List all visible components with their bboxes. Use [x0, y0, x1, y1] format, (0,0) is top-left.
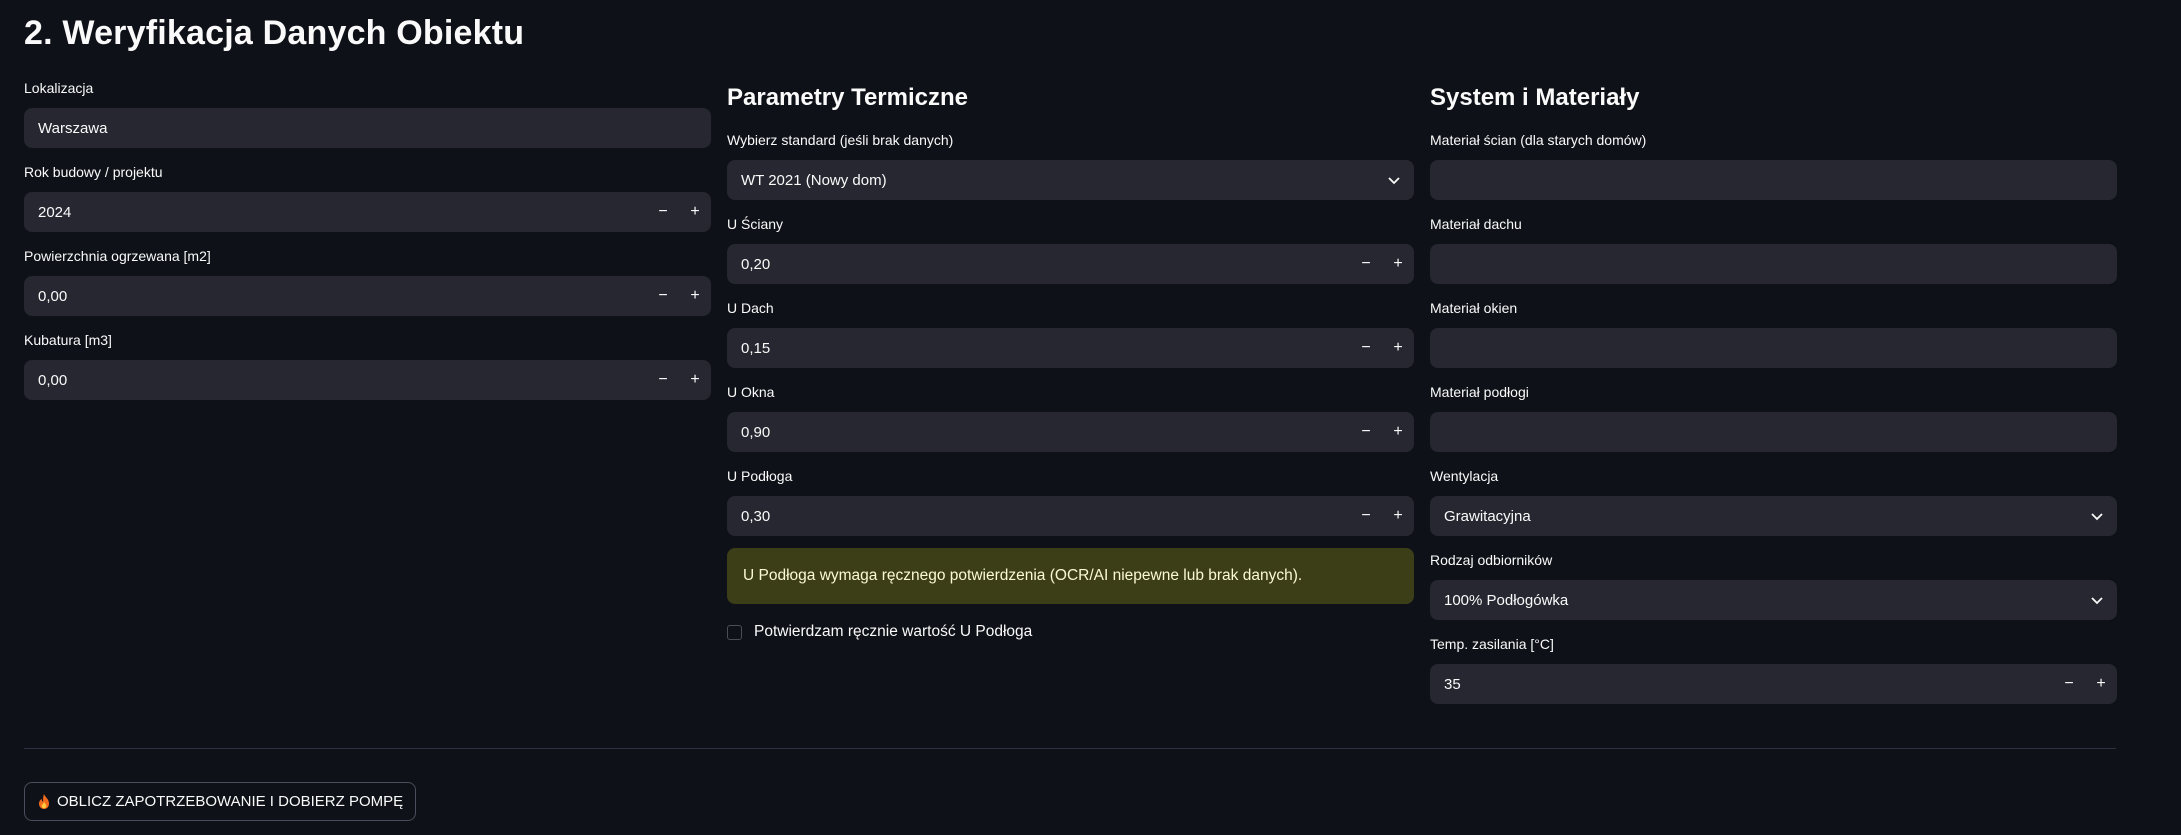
roof-material-field: Materiał dachu [1430, 214, 2117, 284]
u-windows-label: U Okna [727, 384, 775, 400]
wall-material-field: Materiał ścian (dla starych domów) [1430, 130, 2117, 200]
warning-alert: U Podłoga wymaga ręcznego potwierdzenia … [727, 548, 1414, 604]
page-title: 2. Weryfikacja Danych Obiektu [24, 14, 525, 52]
u-roof-input[interactable]: 0,15 − + [727, 328, 1414, 368]
fire-icon [37, 793, 51, 810]
decrement-button[interactable]: − [647, 360, 679, 400]
decrement-button[interactable]: − [1350, 412, 1382, 452]
u-roof-label: U Dach [727, 300, 774, 316]
supply-temp-stepper: − + [2053, 664, 2117, 704]
build-year-stepper: − + [647, 192, 711, 232]
decrement-button[interactable]: − [1350, 244, 1382, 284]
heated-area-stepper: − + [647, 276, 711, 316]
u-floor-stepper: − + [1350, 496, 1414, 536]
chevron-down-icon[interactable] [2077, 580, 2117, 620]
increment-button[interactable]: + [679, 192, 711, 232]
volume-input[interactable]: 0,00 − + [24, 360, 711, 400]
u-windows-field: U Okna 0,90 − + [727, 382, 1414, 452]
build-year-value[interactable]: 2024 [24, 204, 647, 221]
u-windows-input[interactable]: 0,90 − + [727, 412, 1414, 452]
u-roof-field: U Dach 0,15 − + [727, 298, 1414, 368]
decrement-button[interactable]: − [647, 192, 679, 232]
roof-material-label: Materiał dachu [1430, 216, 1522, 232]
volume-value[interactable]: 0,00 [24, 372, 647, 389]
confirm-u-floor-checkbox[interactable] [727, 624, 742, 640]
decrement-button[interactable]: − [1350, 496, 1382, 536]
increment-button[interactable]: + [1382, 496, 1414, 536]
volume-stepper: − + [647, 360, 711, 400]
receivers-select[interactable]: 100% Podłogówka [1430, 580, 2117, 620]
decrement-button[interactable]: − [2053, 664, 2085, 704]
calculate-button[interactable]: OBLICZ ZAPOTRZEBOWANIE I DOBIERZ POMPĘ [24, 782, 417, 821]
heated-area-value[interactable]: 0,00 [24, 288, 647, 305]
floor-material-field: Materiał podłogi [1430, 382, 2117, 452]
standard-select[interactable]: WT 2021 (Nowy dom) [727, 160, 1414, 200]
system-heading: System i Materiały [1430, 84, 1640, 111]
u-floor-label: U Podłoga [727, 468, 793, 484]
window-material-input[interactable] [1430, 328, 2117, 368]
standard-value[interactable]: WT 2021 (Nowy dom) [727, 172, 1374, 189]
u-wall-value[interactable]: 0,20 [727, 256, 1350, 273]
confirm-u-floor-label: Potwierdzam ręcznie wartość U Podłoga [754, 623, 1033, 640]
build-year-field: Rok budowy / projektu 2024 − + [24, 162, 711, 232]
floor-material-input[interactable] [1430, 412, 2117, 452]
build-year-input[interactable]: 2024 − + [24, 192, 711, 232]
increment-button[interactable]: + [1382, 412, 1414, 452]
increment-button[interactable]: + [1382, 244, 1414, 284]
u-windows-value[interactable]: 0,90 [727, 424, 1350, 441]
u-wall-field: U Ściany 0,20 − + [727, 214, 1414, 284]
location-label: Lokalizacja [24, 80, 94, 96]
volume-label: Kubatura [m3] [24, 332, 112, 348]
wall-material-label: Materiał ścian (dla starych domów) [1430, 132, 1647, 148]
chevron-down-icon[interactable] [2077, 496, 2117, 536]
u-floor-input[interactable]: 0,30 − + [727, 496, 1414, 536]
standard-label: Wybierz standard (jeśli brak danych) [727, 132, 954, 148]
divider [24, 748, 2116, 749]
ventilation-value[interactable]: Grawitacyjna [1430, 508, 2077, 525]
chevron-down-icon[interactable] [1374, 160, 1414, 200]
heated-area-field: Powierzchnia ogrzewana [m2] 0,00 − + [24, 246, 711, 316]
heated-area-input[interactable]: 0,00 − + [24, 276, 711, 316]
ventilation-label: Wentylacja [1430, 468, 1499, 484]
window-material-label: Materiał okien [1430, 300, 1518, 316]
receivers-value[interactable]: 100% Podłogówka [1430, 592, 2077, 609]
u-windows-stepper: − + [1350, 412, 1414, 452]
ventilation-field: Wentylacja Grawitacyjna [1430, 466, 2117, 536]
roof-material-input[interactable] [1430, 244, 2117, 284]
thermal-heading: Parametry Termiczne [727, 84, 969, 111]
supply-temp-label: Temp. zasilania [°C] [1430, 636, 1554, 652]
decrement-button[interactable]: − [1350, 328, 1382, 368]
increment-button[interactable]: + [1382, 328, 1414, 368]
standard-field: Wybierz standard (jeśli brak danych) WT … [727, 130, 1414, 200]
receivers-label: Rodzaj odbiorników [1430, 552, 1553, 568]
u-floor-value[interactable]: 0,30 [727, 508, 1350, 525]
ventilation-select[interactable]: Grawitacyjna [1430, 496, 2117, 536]
volume-field: Kubatura [m3] 0,00 − + [24, 330, 711, 400]
heated-area-label: Powierzchnia ogrzewana [m2] [24, 248, 211, 264]
location-input[interactable]: Warszawa [24, 108, 711, 148]
supply-temp-input[interactable]: 35 − + [1430, 664, 2117, 704]
supply-temp-field: Temp. zasilania [°C] 35 − + [1430, 634, 2117, 704]
increment-button[interactable]: + [2085, 664, 2117, 704]
u-roof-stepper: − + [1350, 328, 1414, 368]
u-wall-label: U Ściany [727, 216, 784, 232]
window-material-field: Materiał okien [1430, 298, 2117, 368]
build-year-label: Rok budowy / projektu [24, 164, 163, 180]
u-roof-value[interactable]: 0,15 [727, 340, 1350, 357]
location-value[interactable]: Warszawa [24, 120, 711, 137]
wall-material-input[interactable] [1430, 160, 2117, 200]
location-field: Lokalizacja Warszawa [24, 78, 711, 148]
u-floor-field: U Podłoga 0,30 − + [727, 466, 1414, 536]
decrement-button[interactable]: − [647, 276, 679, 316]
supply-temp-value[interactable]: 35 [1430, 676, 2053, 693]
increment-button[interactable]: + [679, 276, 711, 316]
receivers-field: Rodzaj odbiorników 100% Podłogówka [1430, 550, 2117, 620]
increment-button[interactable]: + [679, 360, 711, 400]
confirm-u-floor-checkbox-row[interactable]: Potwierdzam ręcznie wartość U Podłoga [727, 623, 1032, 641]
floor-material-label: Materiał podłogi [1430, 384, 1529, 400]
calculate-button-label: OBLICZ ZAPOTRZEBOWANIE I DOBIERZ POMPĘ [57, 793, 404, 810]
u-wall-stepper: − + [1350, 244, 1414, 284]
u-wall-input[interactable]: 0,20 − + [727, 244, 1414, 284]
